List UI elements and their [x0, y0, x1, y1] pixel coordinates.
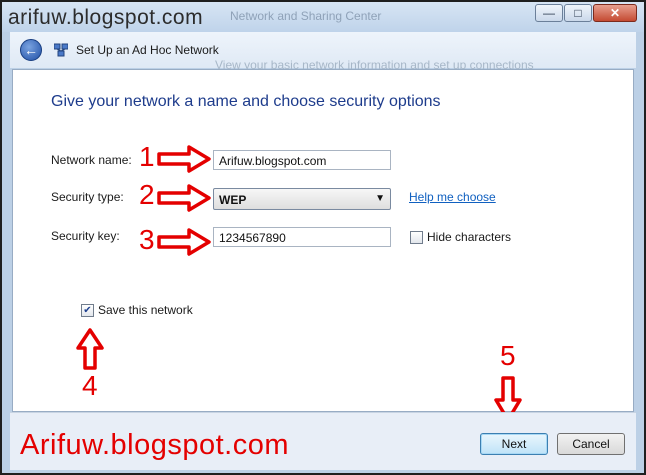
dialog-window: arifuw.blogspot.com Network and Sharing … — [0, 0, 646, 475]
hide-characters-checkbox[interactable] — [410, 231, 423, 244]
save-network-label: Save this network — [98, 303, 193, 317]
window-controls: — □ ✕ — [534, 4, 637, 22]
annotation-arrow-right-3 — [157, 228, 211, 256]
annotation-arrow-up-4 — [76, 328, 104, 370]
dialog-content: Give your network a name and choose secu… — [12, 69, 634, 422]
network-icon — [54, 43, 68, 57]
network-name-label: Network name: — [51, 153, 132, 167]
page-title: Give your network a name and choose secu… — [51, 93, 441, 110]
annotation-number-1: 1 — [139, 141, 155, 172]
dialog-nav-bar: ← Set Up an Ad Hoc Network View your bas… — [10, 32, 636, 72]
annotation-number-5: 5 — [500, 340, 516, 371]
watermark-top: arifuw.blogspot.com — [8, 6, 204, 29]
security-type-label: Security type: — [51, 190, 124, 204]
annotation-arrow-right-2 — [157, 184, 211, 212]
window-left-border — [2, 32, 10, 473]
dialog-footer: Arifuw.blogspot.com Next Cancel — [10, 412, 636, 470]
title-bar: arifuw.blogspot.com Network and Sharing … — [2, 2, 644, 32]
annotation-number-4: 4 — [82, 370, 98, 401]
help-me-choose-link[interactable]: Help me choose — [409, 190, 496, 204]
security-key-input[interactable]: 1234567890 — [213, 227, 391, 247]
security-type-value: WEP — [219, 193, 247, 207]
annotation-number-2: 2 — [139, 179, 155, 210]
security-key-label: Security key: — [51, 229, 120, 243]
minimize-button[interactable]: — — [535, 4, 563, 22]
maximize-button[interactable]: □ — [564, 4, 592, 22]
window-right-border — [636, 32, 644, 473]
hide-characters-label: Hide characters — [427, 230, 512, 244]
close-button[interactable]: ✕ — [593, 4, 637, 22]
annotation-number-3: 3 — [139, 224, 155, 255]
cancel-button[interactable]: Cancel — [557, 433, 625, 455]
annotation-arrow-right-1 — [157, 145, 211, 173]
watermark-bottom: Arifuw.blogspot.com — [20, 429, 290, 461]
back-arrow-icon[interactable]: ← — [20, 39, 42, 61]
dialog-title: Set Up an Ad Hoc Network — [76, 43, 219, 57]
network-name-input[interactable]: Arifuw.blogspot.com — [213, 150, 391, 170]
security-type-select[interactable]: WEP ▼ — [213, 188, 391, 210]
save-network-checkbox[interactable]: ✔ — [81, 304, 94, 317]
chevron-down-icon: ▼ — [375, 193, 385, 204]
next-button[interactable]: Next — [480, 433, 548, 455]
background-window-title: Network and Sharing Center — [230, 9, 382, 23]
